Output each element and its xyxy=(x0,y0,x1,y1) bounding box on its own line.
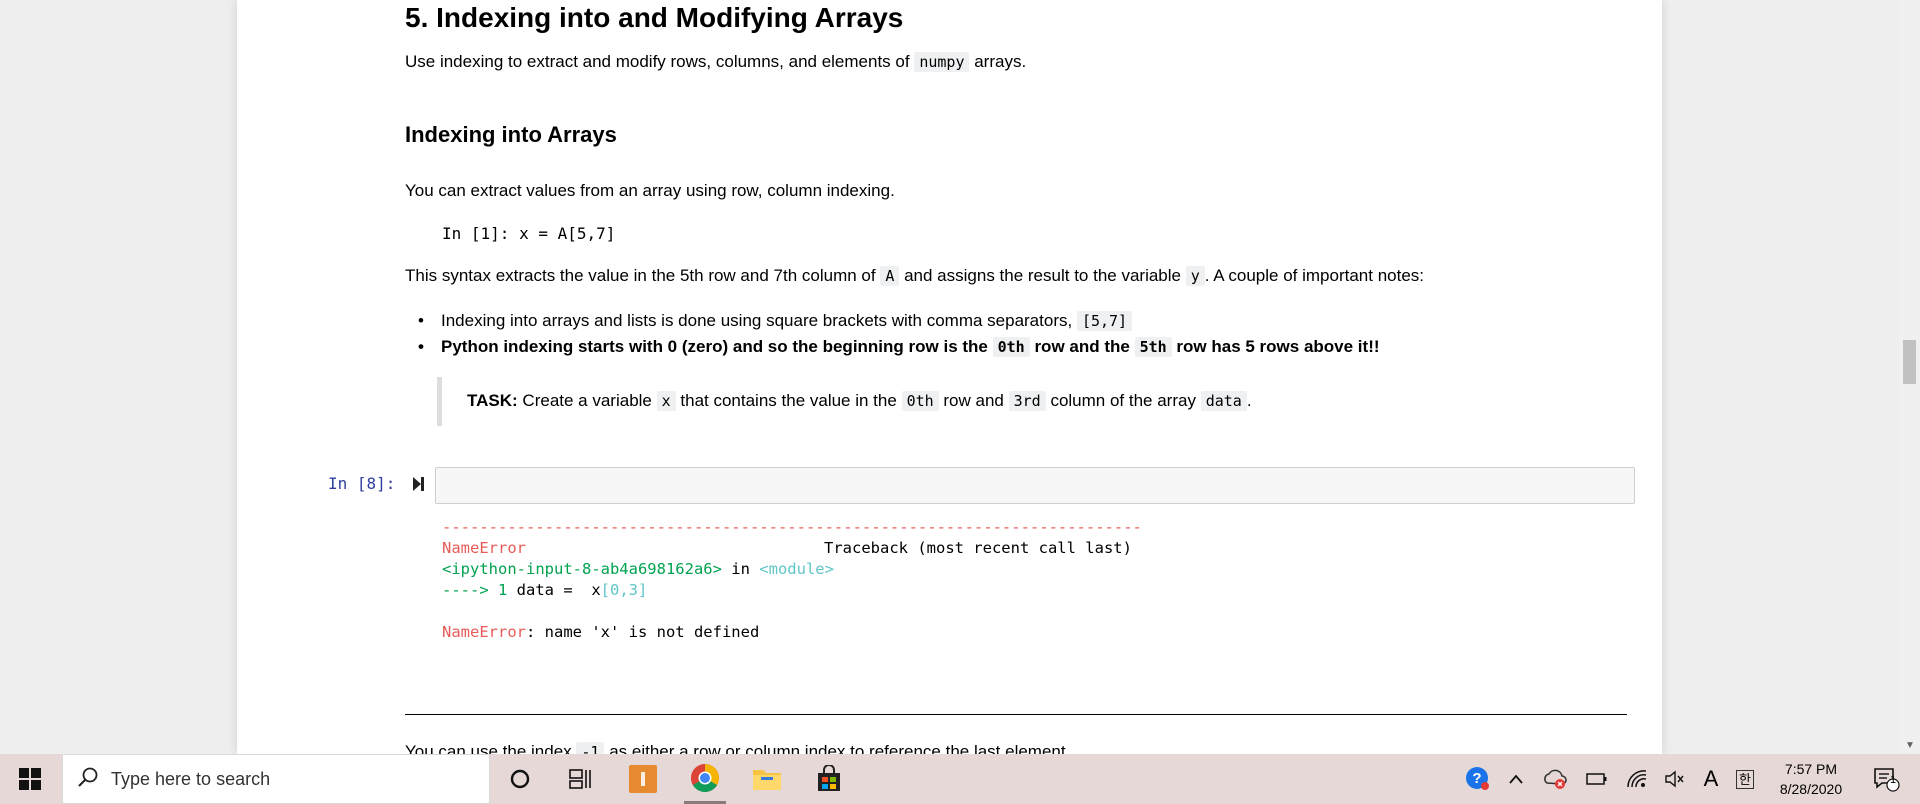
file-explorer-icon[interactable] xyxy=(746,754,788,804)
task-text: row and xyxy=(943,391,1004,410)
task-code: 0th xyxy=(901,391,939,411)
trailing-paragraph: You can use the index -1 as either a row… xyxy=(405,740,1070,754)
task-text: Create a variable xyxy=(522,391,652,410)
help-icon[interactable]: ? xyxy=(1464,754,1492,804)
error-message: : name 'x' is not defined xyxy=(526,623,760,641)
task-code: 3rd xyxy=(1008,391,1046,411)
search-icon xyxy=(77,766,99,793)
syntax-text: This syntax extracts the value in the 5t… xyxy=(405,266,876,285)
syntax-text: and assigns the result to the variable xyxy=(904,266,1181,285)
run-cell-icon[interactable] xyxy=(412,474,426,494)
notes-list: Indexing into arrays and lists is done u… xyxy=(405,308,1655,360)
bullet-text: Python indexing starts with 0 (zero) and… xyxy=(441,337,988,356)
notification-center-icon[interactable]: 1 xyxy=(1866,754,1906,804)
error-name: NameError xyxy=(442,539,526,557)
traceback-file: <ipython-input-8-ab4a698162a6> xyxy=(442,560,722,578)
cortana-icon[interactable] xyxy=(500,754,540,804)
bullet-text: row has 5 rows above it!! xyxy=(1176,337,1380,356)
ime-korean-label: 한 xyxy=(1736,769,1754,789)
vertical-scrollbar[interactable]: ▼ xyxy=(1899,0,1920,754)
para-extract: You can extract values from an array usi… xyxy=(405,181,895,200)
traceback-code: data = x xyxy=(516,581,601,599)
bullet-code: [5,7] xyxy=(1076,311,1133,331)
clock[interactable]: 7:57 PM 8/28/2020 xyxy=(1768,754,1854,804)
traceback-divider: ----------------------------------------… xyxy=(442,518,1142,536)
task-code: x xyxy=(656,391,676,411)
trailing-text: You can use the index xyxy=(405,742,572,754)
list-item: Indexing into arrays and lists is done u… xyxy=(405,308,1655,334)
intro-code: numpy xyxy=(914,52,970,72)
intro-text-end: arrays. xyxy=(974,52,1027,71)
windows-start-icon[interactable] xyxy=(0,754,60,804)
bullet-text: row and the xyxy=(1034,337,1130,356)
cell-prompt: In [8]: xyxy=(328,474,396,493)
syntax-code-y: y xyxy=(1185,266,1205,286)
horizontal-rule xyxy=(405,714,1627,715)
traceback-code-index: [0,3] xyxy=(600,581,648,599)
traceback-in: in xyxy=(721,560,760,578)
onedrive-error-icon[interactable] xyxy=(1541,754,1569,804)
search-placeholder: Type here to search xyxy=(111,768,271,789)
error-name: NameError xyxy=(442,623,526,641)
bullet-code: 0th xyxy=(992,337,1030,357)
svg-text:?: ? xyxy=(1472,770,1481,787)
syntax-code-a: A xyxy=(880,266,900,286)
clock-time: 7:57 PM xyxy=(1784,761,1838,777)
list-item: Python indexing starts with 0 (zero) and… xyxy=(405,334,1655,360)
windows-taskbar: Type here to search ? A 한 7:57 PM 8/28/2… xyxy=(0,754,1920,804)
intro-paragraph: Use indexing to extract and modify rows,… xyxy=(405,50,1655,74)
task-code: data xyxy=(1200,391,1247,411)
traceback-arrow: ----> xyxy=(442,581,489,599)
chrome-icon[interactable] xyxy=(684,754,726,804)
task-label: TASK: xyxy=(467,391,518,410)
battery-icon[interactable] xyxy=(1584,754,1610,804)
ime-latin-indicator[interactable]: A xyxy=(1698,754,1724,804)
taskbar-search-box[interactable]: Type here to search xyxy=(62,754,490,804)
task-text: that contains the value in the xyxy=(680,391,897,410)
clock-date: 8/28/2020 xyxy=(1779,781,1843,797)
store-icon[interactable] xyxy=(808,754,850,804)
bullet-text: Indexing into arrays and lists is done u… xyxy=(441,311,1073,330)
trailing-code: -1 xyxy=(576,742,605,754)
speaker-muted-icon[interactable] xyxy=(1662,754,1688,804)
task-blockquote: TASK: Create a variable x that contains … xyxy=(437,377,1337,426)
cell-output: ----------------------------------------… xyxy=(442,517,1142,643)
code-example: In [1]: x = A[5,7] xyxy=(442,224,616,243)
sublime-icon[interactable] xyxy=(622,754,664,804)
section-heading: Indexing into Arrays xyxy=(405,122,617,147)
task-text: column of the array xyxy=(1050,391,1196,410)
scroll-down-icon[interactable]: ▼ xyxy=(1905,740,1915,751)
task-text: . xyxy=(1246,391,1252,410)
chevron-up-icon[interactable] xyxy=(1503,754,1529,804)
ime-korean-indicator[interactable]: 한 xyxy=(1732,754,1758,804)
notification-count: 1 xyxy=(1890,774,1897,786)
code-cell-input[interactable] xyxy=(435,467,1635,504)
intro-text: Use indexing to extract and modify rows,… xyxy=(405,52,910,71)
traceback-module: <module> xyxy=(759,560,834,578)
wifi-icon[interactable] xyxy=(1624,754,1650,804)
para-syntax: This syntax extracts the value in the 5t… xyxy=(405,264,1655,288)
traceback-line-number: 1 xyxy=(488,581,517,599)
page-title: 5. Indexing into and Modifying Arrays xyxy=(405,2,904,33)
traceback-label: Traceback (most recent call last) xyxy=(824,539,1132,557)
syntax-text: . A couple of important notes: xyxy=(1204,266,1424,285)
scrollbar-thumb[interactable] xyxy=(1903,340,1916,384)
trailing-text: as either a row or column index to refer… xyxy=(609,742,1071,754)
bullet-code: 5th xyxy=(1134,337,1172,357)
task-view-icon[interactable] xyxy=(560,754,600,804)
notebook-page: 5. Indexing into and Modifying Arrays Us… xyxy=(237,0,1662,754)
